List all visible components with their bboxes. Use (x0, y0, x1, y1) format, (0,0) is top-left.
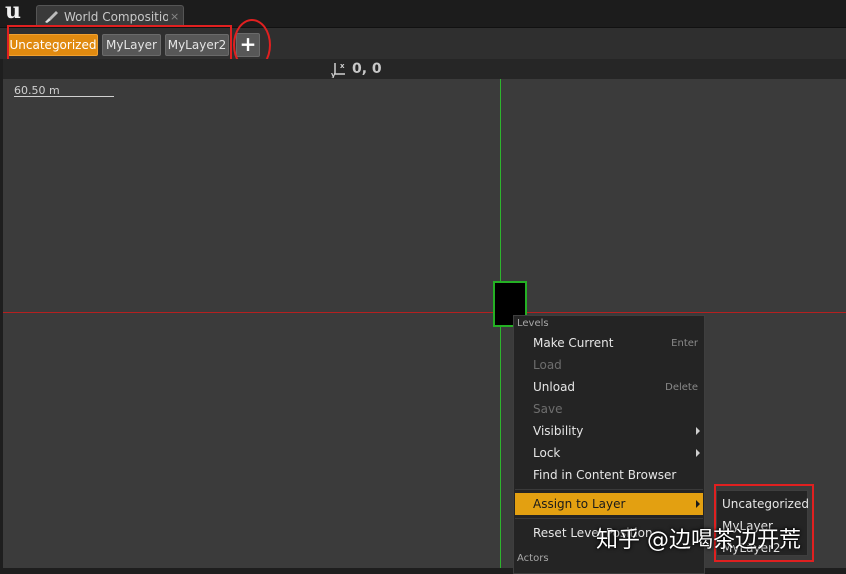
chevron-right-icon (696, 427, 700, 435)
chevron-right-icon (696, 500, 700, 508)
menu-item-assign-to-layer[interactable]: Assign to Layer (515, 493, 703, 515)
tab-title: World Composition (64, 9, 168, 24)
menu-item-shortcut: Enter (671, 337, 698, 349)
menu-item-lock[interactable]: Lock (515, 442, 703, 464)
close-icon[interactable]: × (170, 10, 179, 23)
coordinate-readout: x y 0, 0 (330, 60, 382, 78)
svg-text:x: x (340, 62, 345, 70)
coordinate-bar: x y 0, 0 (0, 59, 846, 79)
menu-separator (515, 518, 703, 519)
svg-text:y: y (331, 71, 336, 78)
coordinate-value: 0, 0 (352, 61, 382, 77)
menu-item-visibility[interactable]: Visibility (515, 420, 703, 442)
menu-item-unload[interactable]: Unload Delete (515, 376, 703, 398)
x-axis-line (3, 312, 846, 313)
menu-item-label: Find in Content Browser (533, 468, 677, 482)
menu-item-label: Save (533, 402, 563, 416)
unreal-logo-icon: u (5, 0, 21, 24)
menu-item-load[interactable]: Load (515, 354, 703, 376)
menu-item-find-in-content-browser[interactable]: Find in Content Browser (515, 464, 703, 486)
menu-item-label: Unload (533, 380, 576, 394)
brush-icon (45, 10, 58, 23)
tab-world-composition[interactable]: World Composition × (36, 5, 184, 27)
menu-item-label: Lock (533, 446, 561, 460)
menu-item-make-current[interactable]: Make Current Enter (515, 332, 703, 354)
menu-item-shortcut: Delete (665, 381, 698, 393)
menu-item-label: Assign to Layer (533, 497, 626, 511)
status-bar (0, 568, 846, 574)
menu-item-label: Visibility (533, 424, 584, 438)
menu-item-save[interactable]: Save (515, 398, 703, 420)
watermark: 知乎 @边喝茶边开荒 (596, 528, 801, 553)
section-header-actors: Actors (517, 553, 549, 564)
chevron-right-icon (696, 449, 700, 457)
section-header-levels: Levels (517, 318, 549, 329)
scale-bar (14, 96, 114, 97)
menu-item-label: Make Current (533, 336, 614, 350)
title-bar: u World Composition × (0, 0, 846, 27)
menu-separator (515, 489, 703, 490)
origin-axes-icon: x y (331, 62, 345, 78)
menu-item-label: Load (533, 358, 562, 372)
